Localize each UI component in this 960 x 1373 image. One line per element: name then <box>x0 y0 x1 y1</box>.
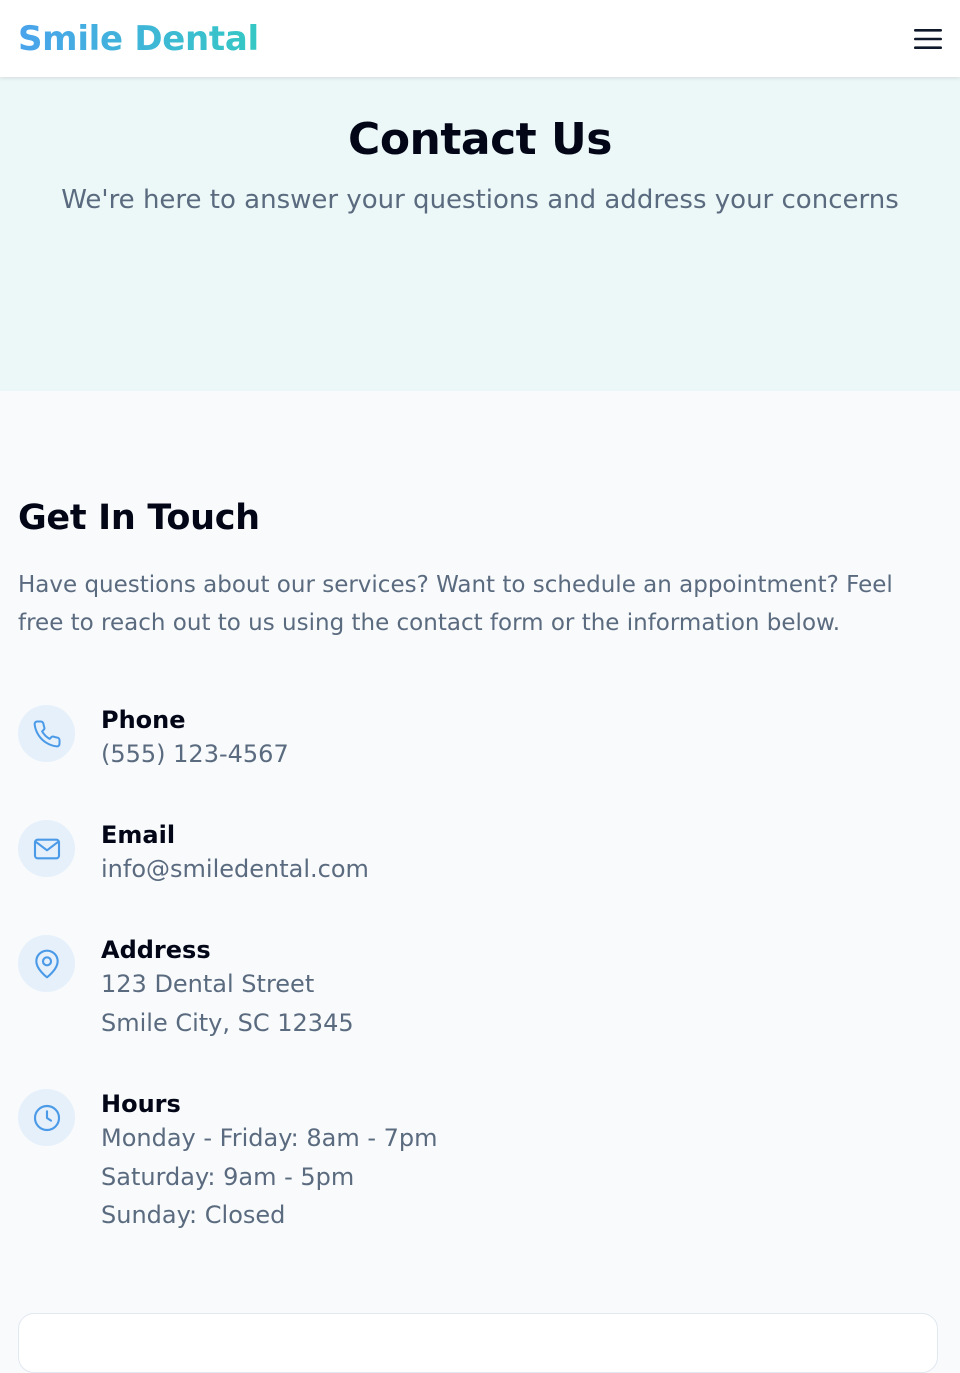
section-heading: Get In Touch <box>18 498 260 538</box>
hours-line: Monday - Friday: 8am - 7pm <box>101 1124 438 1152</box>
menu-icon <box>914 28 942 49</box>
map-pin-icon <box>34 949 59 978</box>
hours-line: Saturday: 9am - 5pm <box>101 1162 355 1191</box>
address-icon-circle <box>18 935 75 992</box>
contact-form-card <box>18 1313 938 1373</box>
hours-line: Sunday: Closed <box>101 1201 286 1229</box>
page-subtitle: We're here to answer your questions and … <box>61 185 899 215</box>
mail-icon <box>33 838 60 859</box>
email-icon-circle <box>18 820 75 877</box>
clock-icon <box>33 1104 60 1131</box>
brand-logo[interactable]: Smile Dental <box>18 19 259 59</box>
contact-address: Address 123 Dental Street Smile City, SC… <box>18 935 354 1037</box>
page-title: Contact Us <box>348 114 612 165</box>
hero-section: Contact Us We're here to answer your que… <box>0 77 960 391</box>
email-title: Email <box>101 821 176 849</box>
contact-phone: Phone (555) 123-4567 <box>18 705 289 768</box>
contact-email: Email info@smiledental.com <box>18 820 369 883</box>
top-navbar: Smile Dental <box>0 0 960 77</box>
hamburger-menu-button[interactable] <box>910 21 946 57</box>
address-line: Smile City, SC 12345 <box>101 1008 354 1037</box>
phone-value[interactable]: (555) 123-4567 <box>101 735 289 774</box>
email-value[interactable]: info@smiledental.com <box>101 850 369 889</box>
hours-icon-circle <box>18 1089 75 1146</box>
section-intro: Have questions about our services? Want … <box>18 572 893 636</box>
phone-icon <box>33 720 61 747</box>
address-line: 123 Dental Street <box>101 970 315 998</box>
hours-title: Hours <box>101 1090 181 1118</box>
phone-title: Phone <box>101 706 186 734</box>
contact-hours: Hours Monday - Friday: 8am - 7pm Saturda… <box>18 1089 438 1229</box>
address-title: Address <box>101 936 211 964</box>
phone-icon-circle <box>18 705 75 762</box>
get-in-touch-section: Get In Touch Have questions about our se… <box>18 498 938 1229</box>
